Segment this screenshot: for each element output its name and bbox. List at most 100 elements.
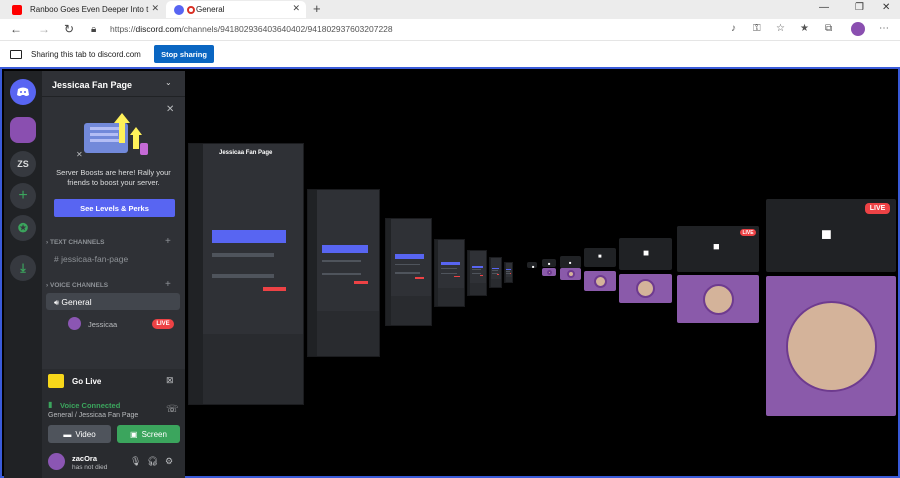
server-boost-illustration: ✕ — [76, 113, 148, 159]
favorite-add-icon[interactable]: ☆ — [776, 23, 785, 34]
mirrored-stream-tile: ■ — [619, 238, 672, 270]
voice-user-panel: Go Live ⊠ ▮ Voice Connected General / Je… — [42, 369, 185, 478]
close-tab-icon[interactable]: ✕ — [151, 3, 159, 14]
sharing-bar: Sharing this tab to discord.com — [0, 42, 900, 67]
url-field[interactable]: https://discord.com/channels/94180293640… — [110, 24, 393, 34]
voice-channels-category[interactable]: › VOICE CHANNELS — [46, 282, 108, 289]
more-menu-icon[interactable]: ⋯ — [879, 23, 889, 34]
user-status: has not died — [72, 464, 108, 471]
video-button[interactable]: ▬ Video — [48, 425, 111, 443]
camera-icon: ■ — [548, 261, 551, 266]
text-channels-label: TEXT CHANNELS — [49, 239, 105, 246]
minimize-button[interactable]: — — [819, 2, 829, 13]
mirrored-stream-tile: ■ — [527, 262, 537, 269]
shared-tab-area: ZS + ✪ ⤓ Jessicaa Fan Page ⌄ ✕ ✕ Server … — [0, 67, 900, 478]
mirrored-video-tile — [619, 274, 672, 303]
add-voice-channel-icon[interactable]: + — [165, 279, 171, 290]
voice-connected-sub[interactable]: General / Jessicaa Fan Page — [48, 412, 138, 419]
avatar[interactable] — [48, 453, 65, 470]
close-tab-icon[interactable]: ✕ — [292, 3, 300, 14]
settings-gear-icon[interactable]: ⚙ — [165, 456, 173, 467]
screen-label: Screen — [141, 429, 167, 439]
go-live-label: Go Live — [72, 377, 102, 386]
stop-sharing-button[interactable]: Stop sharing — [154, 45, 214, 63]
address-bar-row: ← → ↻ 🔒︎ https://discord.com/channels/94… — [0, 19, 900, 41]
back-button[interactable]: ← — [10, 22, 22, 36]
voice-user-name[interactable]: Jessicaa — [88, 320, 117, 329]
lock-icon[interactable]: 🔒︎ — [91, 24, 96, 35]
url-path: /channels/941802936403640402/94180293760… — [181, 24, 393, 34]
live-badge: LIVE — [740, 229, 756, 236]
profile-avatar[interactable] — [851, 22, 865, 36]
mirrored-video-tile — [542, 268, 556, 276]
tab-general[interactable]: General ✕ — [166, 1, 306, 18]
microphone-icon[interactable]: ♪ — [731, 23, 736, 34]
add-text-channel-icon[interactable]: + — [165, 236, 171, 247]
share-status-text: Sharing this tab to discord.com — [31, 50, 141, 59]
forward-button[interactable]: → — [38, 22, 50, 36]
microphone-icon[interactable]: 🎙︎ — [130, 456, 141, 467]
screen-button[interactable]: ▣ Screen — [117, 425, 180, 443]
chevron-down-icon[interactable]: ⌄ — [165, 78, 172, 87]
download-apps-icon[interactable]: ⤓ — [10, 255, 36, 281]
add-server-icon[interactable]: + — [10, 183, 36, 209]
camera-icon: ■ — [713, 241, 720, 253]
mirrored-discord-panel — [307, 189, 380, 357]
server-name[interactable]: Jessicaa Fan Page — [52, 80, 132, 90]
refresh-button[interactable]: ↻ — [64, 22, 74, 36]
server-zs-label: ZS — [17, 159, 29, 169]
camera-icon: ▬ — [63, 429, 72, 439]
youtube-icon — [12, 5, 22, 15]
headphones-icon[interactable]: 🎧︎ — [147, 456, 158, 467]
close-icon[interactable]: ⊠ — [166, 375, 174, 386]
mirrored-video-tile — [766, 276, 896, 416]
channel-jessicaa-fan-page[interactable]: # jessicaa-fan-page — [54, 254, 128, 264]
new-tab-button[interactable]: + — [313, 1, 321, 16]
voice-channel-label: General — [61, 297, 92, 307]
mirrored-stream-tile: ■ — [542, 259, 556, 267]
screen-icon: ▣ — [130, 429, 138, 439]
camera-icon: ■ — [598, 254, 602, 260]
tab-ranboo[interactable]: Ranboo Goes Even Deeper Into t ✕ — [0, 1, 165, 18]
disconnect-icon[interactable]: ☏ — [166, 404, 179, 415]
favorites-icon[interactable]: ★ — [800, 23, 809, 34]
see-levels-perks-button[interactable]: See Levels & Perks — [54, 199, 175, 217]
close-icon[interactable]: ✕ — [166, 104, 174, 115]
user-name[interactable]: zacOra — [72, 454, 97, 463]
svg-text:✕: ✕ — [76, 150, 83, 159]
mirrored-discord-panel — [434, 239, 465, 307]
server-zs[interactable]: ZS — [10, 151, 36, 177]
text-channel-label: jessicaa-fan-page — [61, 254, 129, 264]
screen-share-icon — [10, 50, 22, 59]
avatar[interactable] — [68, 317, 81, 330]
mirrored-stream-tile: ■ LIVE — [677, 226, 759, 272]
boost-promo-text: Server Boosts are here! Rally your frien… — [56, 168, 171, 187]
url-host: discord.com — [135, 24, 182, 34]
signal-icon: ▮ — [48, 400, 53, 409]
text-channels-category[interactable]: › TEXT CHANNELS — [46, 239, 105, 246]
mirrored-stream-tile: ■ LIVE — [766, 199, 896, 272]
camera-icon: ■ — [643, 248, 650, 259]
live-badge: LIVE — [152, 319, 174, 329]
mirrored-discord-panel — [467, 250, 487, 296]
camera-icon: ■ — [821, 224, 832, 244]
mirrored-video-tile — [677, 275, 759, 323]
mirrored-stream-tile: ■ — [584, 248, 616, 267]
voice-channel-label-row: 🔊︎ General — [54, 297, 92, 308]
discord-home-icon[interactable] — [10, 79, 36, 105]
collections-icon[interactable]: ⧉ — [825, 23, 832, 34]
mirrored-discord-panel — [489, 257, 502, 288]
restore-button[interactable]: ❐ — [855, 2, 864, 13]
camera-icon: ■ — [569, 260, 572, 265]
close-window-button[interactable]: ✕ — [882, 2, 890, 13]
voice-connected-status: Voice Connected — [60, 401, 121, 410]
voice-channels-label: VOICE CHANNELS — [49, 282, 109, 289]
explore-servers-icon[interactable]: ✪ — [10, 215, 36, 241]
camera-icon: ■ — [532, 264, 535, 269]
divider — [42, 96, 185, 97]
key-icon[interactable]: ⚿ — [753, 23, 761, 34]
server-jessicaa-icon[interactable] — [10, 117, 36, 143]
mirrored-video-tile — [584, 271, 616, 291]
mirrored-stream-tile: ■ — [560, 256, 581, 268]
mirrored-server-name: Jessicaa Fan Page — [219, 150, 273, 156]
